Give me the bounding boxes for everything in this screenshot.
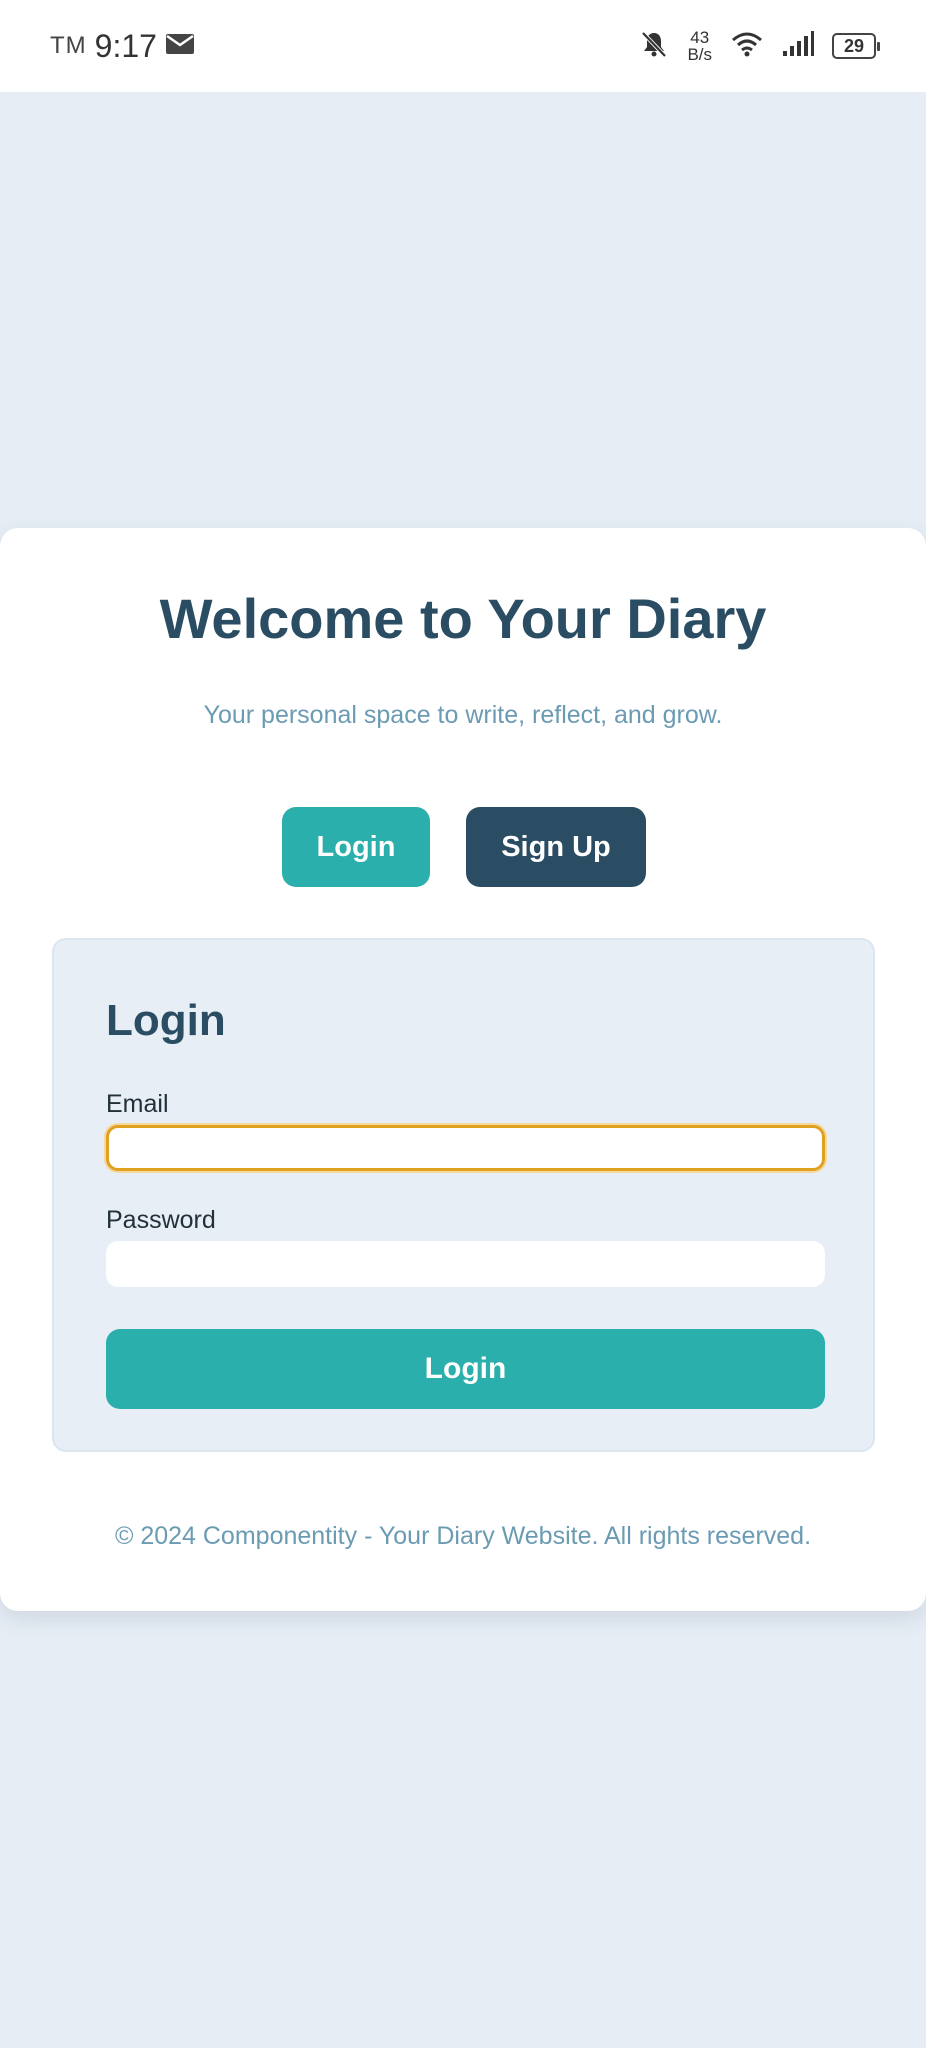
page-subtitle: Your personal space to write, reflect, a… [203, 701, 723, 729]
login-tab-button[interactable]: Login [282, 807, 430, 887]
email-label: Email [106, 1090, 169, 1118]
login-form: Login Email Password Login [52, 938, 875, 1452]
welcome-card: Welcome to Your Diary Your personal spac… [0, 528, 926, 1611]
net-speed-value: 43 [690, 28, 710, 47]
net-speed-unit: B/s [687, 45, 712, 64]
email-field[interactable] [106, 1125, 825, 1171]
wifi-icon [730, 30, 764, 63]
footer-copyright: © 2024 Componentity - Your Diary Website… [114, 1522, 812, 1550]
signal-icon [782, 30, 814, 62]
carrier-label: TM [50, 32, 87, 59]
bell-muted-icon [639, 29, 669, 64]
page-title: Welcome to Your Diary [159, 587, 767, 650]
password-label: Password [106, 1206, 216, 1234]
login-form-title: Login [106, 996, 226, 1045]
net-speed: 43 B/s [687, 29, 712, 63]
login-submit-button[interactable]: Login [106, 1329, 825, 1409]
password-field[interactable] [106, 1241, 825, 1287]
clock: 9:17 [94, 27, 157, 64]
status-right: 43 B/s 29 [639, 29, 880, 64]
battery-icon: 29 [832, 33, 880, 59]
signup-tab-button[interactable]: Sign Up [466, 807, 646, 887]
status-bar: TM 9:17 43 B/s 29 [0, 0, 926, 92]
mail-icon [165, 32, 195, 61]
battery-level: 29 [843, 35, 865, 56]
status-left: TM 9:17 [50, 28, 195, 65]
